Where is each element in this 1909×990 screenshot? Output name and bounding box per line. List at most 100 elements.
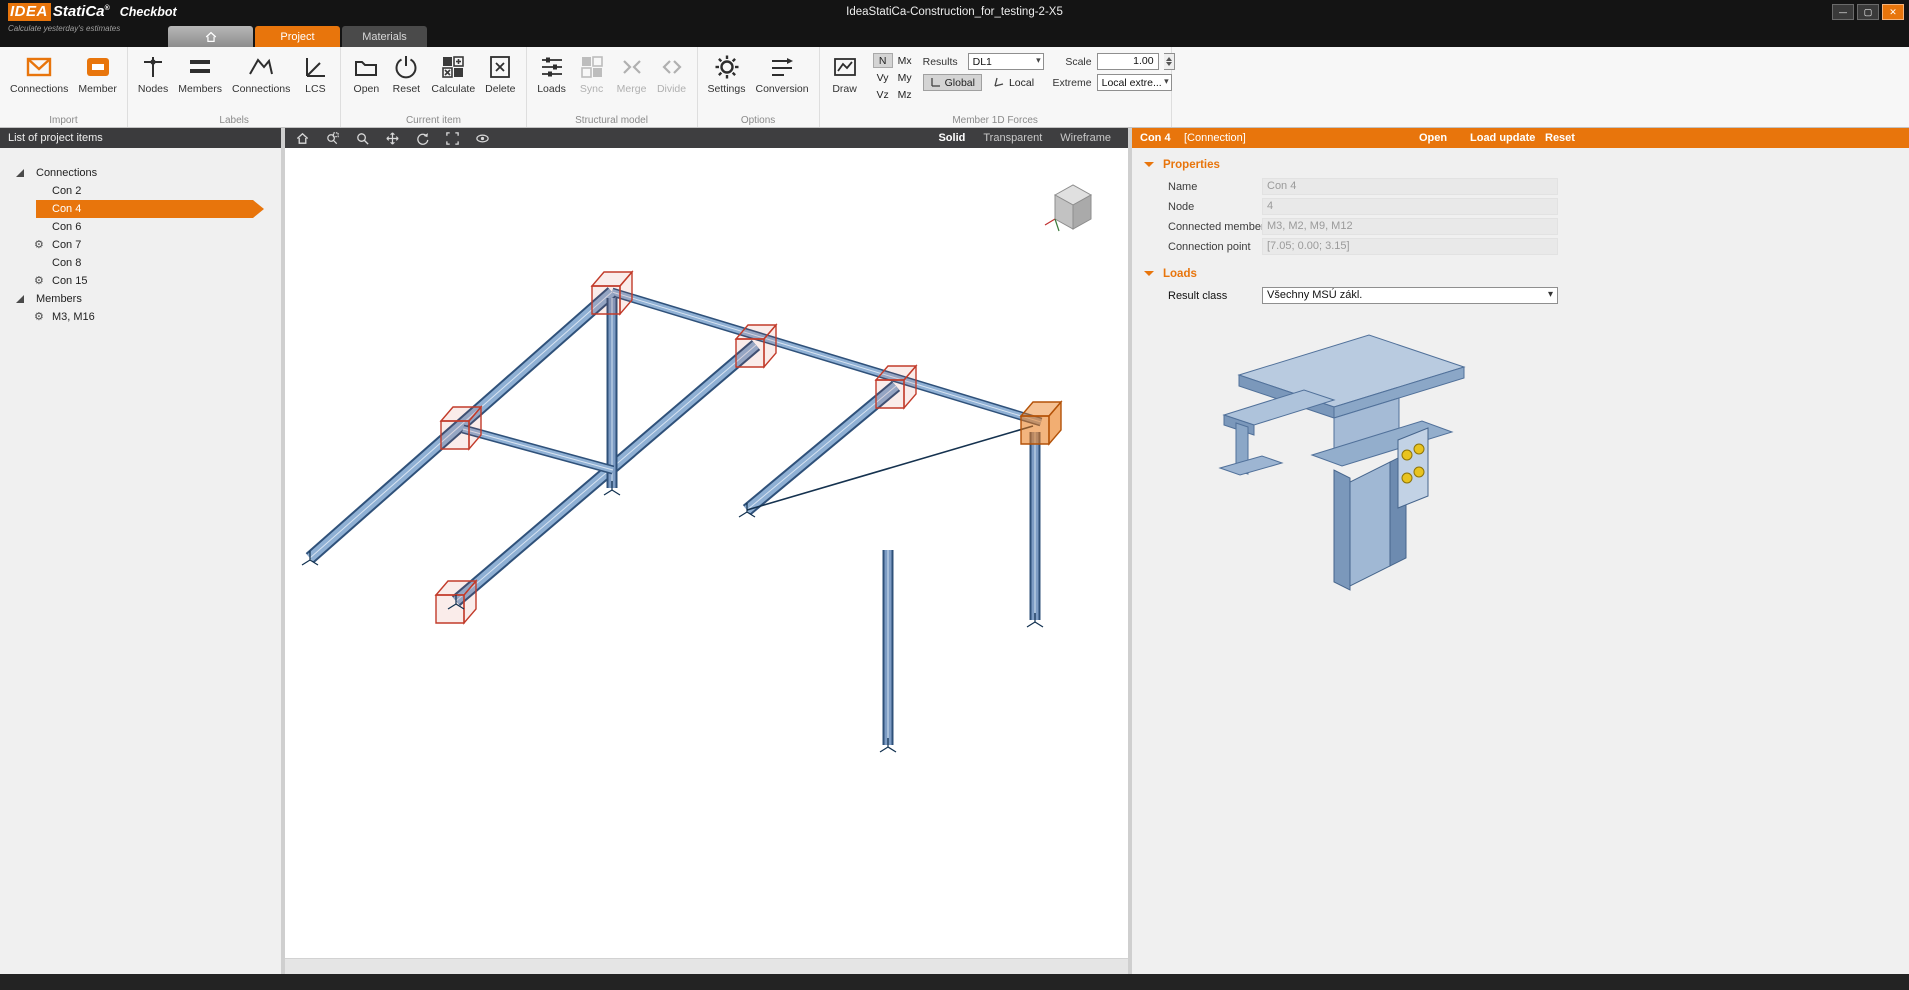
conversion-button[interactable]: Conversion (750, 50, 813, 95)
model-canvas-area (285, 148, 1128, 958)
labels-nodes-button[interactable]: Nodes (133, 50, 173, 95)
global-toggle[interactable]: Global (923, 74, 982, 91)
import-connections-button[interactable]: Connections (5, 50, 73, 95)
extreme-dropdown[interactable]: Local extre... (1097, 74, 1172, 91)
maximize-button[interactable] (1857, 4, 1879, 20)
inspector-load-update-button[interactable]: Load update (1470, 128, 1535, 148)
results-dropdown[interactable]: DL1 (968, 53, 1044, 70)
bolt-icon (1402, 450, 1412, 460)
navigation-cube[interactable] (1045, 185, 1091, 231)
mode-solid[interactable]: Solid (938, 132, 965, 144)
expander-icon[interactable] (16, 169, 24, 177)
tab-project[interactable]: Project (255, 26, 340, 47)
top-chord-beam[interactable] (612, 292, 1041, 422)
loads-section-header[interactable]: Loads (1132, 257, 1909, 286)
connection-inspector-panel: Con 4 [Connection] Open Load update Rese… (1132, 128, 1909, 974)
merge-icon (617, 52, 647, 82)
calculate-button[interactable]: Calculate (426, 50, 480, 95)
labels-members-button[interactable]: Members (173, 50, 227, 95)
ribbon-group-labels: Nodes Members Connections (128, 47, 342, 127)
global-axes-icon (930, 77, 941, 88)
tree-item-con4-selected[interactable]: Con 4 (0, 200, 281, 218)
rafter-beam-3[interactable] (747, 386, 896, 510)
nodes-icon (138, 52, 168, 82)
labels-connections-button[interactable]: Connections (227, 50, 295, 95)
connection-point-field: [7.05; 0.00; 3.15] (1262, 238, 1558, 255)
tree-item-connections[interactable]: Connections (0, 164, 281, 182)
ribbon-spacer (1172, 47, 1909, 127)
reset-power-icon (391, 52, 421, 82)
tab-home[interactable] (168, 26, 253, 47)
connection-box[interactable] (736, 325, 776, 367)
settings-button[interactable]: Settings (703, 50, 751, 95)
connection-box[interactable] (592, 272, 632, 314)
tree-item-m3-m16[interactable]: M3, M16 (0, 308, 281, 326)
view-home-icon[interactable] (294, 130, 310, 146)
extreme-label: Extreme (1052, 77, 1092, 89)
inspector-reset-button[interactable]: Reset (1545, 128, 1575, 148)
gear-icon (34, 310, 44, 323)
bolt-icon (1414, 467, 1424, 477)
zoom-icon[interactable] (354, 130, 370, 146)
import-member-icon (83, 52, 113, 82)
toggle-n[interactable]: N (873, 53, 893, 68)
properties-section-header[interactable]: Properties (1132, 148, 1909, 177)
scale-spinner[interactable] (1164, 53, 1175, 70)
connection-box[interactable] (876, 366, 916, 408)
result-class-dropdown[interactable]: Všechny MSÚ zákl. (1262, 287, 1558, 304)
project-items-panel: List of project items Connections Con 2 … (0, 128, 281, 974)
mid-beam[interactable] (463, 429, 613, 470)
loads-button[interactable]: Loads (532, 50, 572, 95)
import-member-button[interactable]: Member (73, 50, 122, 95)
divide-button[interactable]: Divide (652, 50, 692, 95)
draw-icon (830, 52, 860, 82)
inspector-open-button[interactable]: Open (1419, 128, 1447, 148)
tree-item-con6[interactable]: Con 6 (0, 218, 281, 236)
results-label: Results (923, 56, 963, 68)
ribbon: Connections Member Import Nodes (0, 47, 1909, 128)
pan-icon[interactable] (384, 130, 400, 146)
draw-button[interactable]: Draw (825, 50, 865, 95)
close-button[interactable] (1882, 4, 1904, 20)
labels-lcs-button[interactable]: LCS (295, 50, 335, 95)
ribbon-group-member-1d-forces: Draw N Vy Vz Mx My Mz Res (820, 47, 1172, 127)
viewport-toolbar: Solid Transparent Wireframe (285, 128, 1128, 148)
tree-item-members[interactable]: Members (0, 290, 281, 308)
local-toggle[interactable]: Local (987, 74, 1041, 91)
tree-item-con8[interactable]: Con 8 (0, 254, 281, 272)
tree-item-con2[interactable]: Con 2 (0, 182, 281, 200)
merge-button[interactable]: Merge (612, 50, 652, 95)
visibility-eye-icon[interactable] (474, 130, 490, 146)
delete-button[interactable]: Delete (480, 50, 520, 95)
tree-item-con15[interactable]: Con 15 (0, 272, 281, 290)
structural-model-canvas[interactable] (285, 148, 1128, 958)
gear-icon (712, 52, 742, 82)
import-connections-icon (24, 52, 54, 82)
sync-button[interactable]: Sync (572, 50, 612, 95)
toggle-mz[interactable]: Mz (895, 87, 915, 102)
toggle-mx[interactable]: Mx (895, 53, 915, 68)
open-button[interactable]: Open (346, 50, 386, 95)
mode-transparent[interactable]: Transparent (983, 132, 1042, 144)
tree-item-con7[interactable]: Con 7 (0, 236, 281, 254)
toggle-vy[interactable]: Vy (873, 70, 893, 85)
viewport-bottom-strip (285, 958, 1128, 974)
ribbon-tabs: Project Materials (168, 26, 427, 47)
toggle-my[interactable]: My (895, 70, 915, 85)
fullscreen-icon[interactable] (444, 130, 460, 146)
scale-input[interactable]: 1.00 (1097, 53, 1159, 70)
rotate-icon[interactable] (414, 130, 430, 146)
zoom-window-icon[interactable] (324, 130, 340, 146)
expander-icon[interactable] (16, 295, 24, 303)
bolt-icon (1414, 444, 1424, 454)
collapse-arrow-icon (1144, 162, 1154, 172)
tab-materials[interactable]: Materials (342, 26, 427, 47)
mode-wireframe[interactable]: Wireframe (1060, 132, 1111, 144)
connection-box[interactable] (441, 407, 481, 449)
connection-box-con4-selected[interactable] (1021, 402, 1061, 444)
toggle-vz[interactable]: Vz (873, 87, 893, 102)
minimize-button[interactable] (1832, 4, 1854, 20)
connection-3d-preview[interactable] (1184, 320, 1909, 625)
reset-button[interactable]: Reset (386, 50, 426, 95)
project-items-header: List of project items (0, 128, 281, 148)
